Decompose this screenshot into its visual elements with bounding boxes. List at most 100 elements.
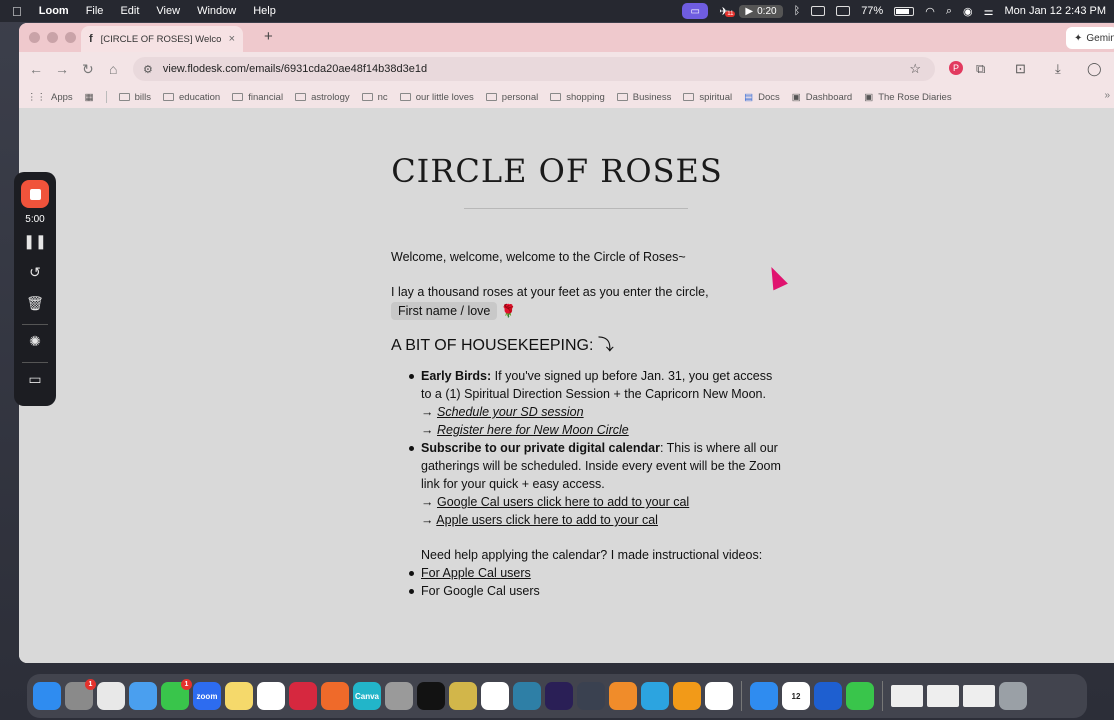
bookmark-financial[interactable]: financial xyxy=(232,92,283,103)
pinterest-icon[interactable]: P xyxy=(949,61,963,75)
bookmark-nc[interactable]: nc xyxy=(361,92,388,103)
menubar-clock[interactable]: Mon Jan 12 2:43 PM xyxy=(1004,5,1106,17)
notification-icon[interactable]: ✈ 11 xyxy=(719,5,736,18)
menu-file[interactable]: File xyxy=(86,5,104,17)
dock-calculator-icon[interactable] xyxy=(385,682,413,710)
bookmark-star-icon[interactable]: ☆ xyxy=(909,61,921,77)
trash-icon[interactable]: 🗑 xyxy=(26,295,44,312)
loom-control-panel: 5:00 ❚❚ ↺ 🗑 ✺ ▭ xyxy=(14,172,56,406)
reload-icon[interactable]: ↻ xyxy=(82,61,94,78)
dock-photos-icon[interactable] xyxy=(481,682,509,710)
dock-notes-icon[interactable] xyxy=(225,682,253,710)
tab-circle-of-roses[interactable]: f [CIRCLE OF ROSES] Welcome × xyxy=(81,26,243,52)
dock-trash-icon[interactable] xyxy=(999,682,1027,710)
apple-cal-link[interactable]: Apple users click here to add to your ca… xyxy=(436,513,658,527)
dock-canva-icon[interactable]: Canva xyxy=(353,682,381,710)
more-bookmarks-icon[interactable]: » xyxy=(1104,90,1110,101)
menu-help[interactable]: Help xyxy=(253,5,276,17)
bookmark-docs[interactable]: ▤ Docs xyxy=(744,92,780,103)
dock-calendar-date-icon[interactable]: 12 xyxy=(782,682,810,710)
dock-app-orange-icon[interactable] xyxy=(321,682,349,710)
dock-messages-icon[interactable]: 1 xyxy=(161,679,192,710)
screen-mirroring-icon[interactable] xyxy=(811,6,826,16)
minimize-window-button[interactable] xyxy=(47,32,58,43)
menu-app-name[interactable]: Loom xyxy=(39,5,69,17)
bookmark-spiritual[interactable]: spiritual xyxy=(683,92,732,103)
dock-telegram-icon[interactable] xyxy=(641,682,669,710)
menu-edit[interactable]: Edit xyxy=(120,5,139,17)
dock-separator xyxy=(882,681,883,711)
close-window-button[interactable] xyxy=(29,32,40,43)
zoom-window-button[interactable] xyxy=(65,32,76,43)
address-bar[interactable]: ⚙ view.flodesk.com/emails/6931cda20ae48f… xyxy=(133,57,935,81)
profile-icon[interactable]: ◯ xyxy=(1087,61,1102,77)
extensions-icon[interactable]: ⧉ xyxy=(976,61,985,77)
gemini-button[interactable]: ✦Gemini xyxy=(1066,27,1114,49)
dock-app-star-icon[interactable] xyxy=(814,682,842,710)
dock-app-night-icon[interactable] xyxy=(545,682,573,710)
dock-audible-icon[interactable] xyxy=(673,682,701,710)
bookmark-business[interactable]: Business xyxy=(616,92,671,103)
download-icon[interactable]: ⤓ xyxy=(1055,61,1061,77)
schedule-sd-link[interactable]: Schedule your SD session xyxy=(437,405,584,419)
dock-window-thumbnail[interactable] xyxy=(891,685,923,707)
bookmark-grid[interactable]: ▦ xyxy=(85,92,94,103)
battery-icon[interactable] xyxy=(894,6,915,16)
dock-mail-icon[interactable] xyxy=(129,682,157,710)
restart-icon[interactable]: ↺ xyxy=(29,264,41,281)
folder-icon xyxy=(232,93,244,101)
wifi-icon[interactable]: ◠ xyxy=(925,5,935,18)
bookmark-apps[interactable]: ⋮⋮ Apps xyxy=(27,92,73,103)
dock-clickup-icon[interactable] xyxy=(705,682,733,710)
bookmark-dashboard[interactable]: ▣ Dashboard xyxy=(792,92,852,103)
early-birds-label: Early Birds: xyxy=(421,369,492,383)
back-icon[interactable]: ← xyxy=(29,61,43,77)
apple-video-link[interactable]: For Apple Cal users xyxy=(421,566,531,580)
bookmark-education[interactable]: education xyxy=(163,92,220,103)
dock-app-blue-ring-icon[interactable] xyxy=(513,682,541,710)
dock-window-thumbnail[interactable] xyxy=(927,685,959,707)
bluetooth-icon[interactable]: ᛒ xyxy=(794,5,801,17)
dock-safari-icon[interactable] xyxy=(750,682,778,710)
display-icon[interactable] xyxy=(836,6,851,16)
dock-chrome-icon[interactable] xyxy=(257,682,285,710)
home-icon[interactable]: ⌂ xyxy=(109,61,117,77)
dock-books-icon[interactable] xyxy=(609,682,637,710)
dock-app-yellow-icon[interactable] xyxy=(449,682,477,710)
dock-window-thumbnail[interactable] xyxy=(963,685,995,707)
google-cal-link[interactable]: Google Cal users click here to add to yo… xyxy=(437,495,689,509)
dock-calendar-app-icon[interactable] xyxy=(97,682,125,710)
bookmark-shopping[interactable]: shopping xyxy=(550,92,605,103)
bookmark-bills[interactable]: bills xyxy=(118,92,151,103)
control-center-icon[interactable]: ⚌ xyxy=(984,5,994,18)
stop-recording-button[interactable] xyxy=(21,180,49,208)
dock-spotify-icon[interactable] xyxy=(417,682,445,710)
bookmark-astrology[interactable]: astrology xyxy=(295,92,350,103)
tab-search-icon[interactable]: ⊡ xyxy=(1015,61,1026,77)
dock-app-dark-icon[interactable] xyxy=(577,682,605,710)
dock-system-settings-icon[interactable]: 1 xyxy=(65,679,96,710)
site-settings-icon[interactable]: ⚙ xyxy=(143,63,153,76)
dock-phone-icon[interactable] xyxy=(846,682,874,710)
loom-menubar-icon[interactable]: ▭ xyxy=(682,3,709,19)
close-tab-icon[interactable]: × xyxy=(229,33,235,45)
recording-indicator[interactable]: ▶ 0:20 xyxy=(739,4,783,18)
pause-icon[interactable]: ❚❚ xyxy=(23,233,46,250)
dock-finder-icon[interactable] xyxy=(33,682,61,710)
bookmark-our-little-loves[interactable]: our little loves xyxy=(399,92,474,103)
new-tab-button[interactable]: + xyxy=(264,28,273,45)
dock-zoom-icon[interactable]: zoom xyxy=(193,682,221,710)
menu-view[interactable]: View xyxy=(156,5,180,17)
forward-icon[interactable]: → xyxy=(55,61,69,77)
confetti-icon[interactable]: ✺ xyxy=(29,333,41,350)
user-icon[interactable]: ◉ xyxy=(963,5,973,18)
menu-window[interactable]: Window xyxy=(197,5,236,17)
search-icon[interactable]: ⌕ xyxy=(946,5,952,18)
apple-icon[interactable]:  xyxy=(12,4,22,19)
dock-app-red-icon[interactable] xyxy=(289,682,317,710)
camera-icon[interactable]: ▭ xyxy=(28,371,41,388)
bookmark-personal[interactable]: personal xyxy=(485,92,538,103)
flodesk-favicon-icon: f xyxy=(89,33,93,45)
register-new-moon-link[interactable]: Register here for New Moon Circle xyxy=(437,423,629,437)
bookmark-the-rose-diaries[interactable]: ▣ The Rose Diaries xyxy=(864,92,951,103)
